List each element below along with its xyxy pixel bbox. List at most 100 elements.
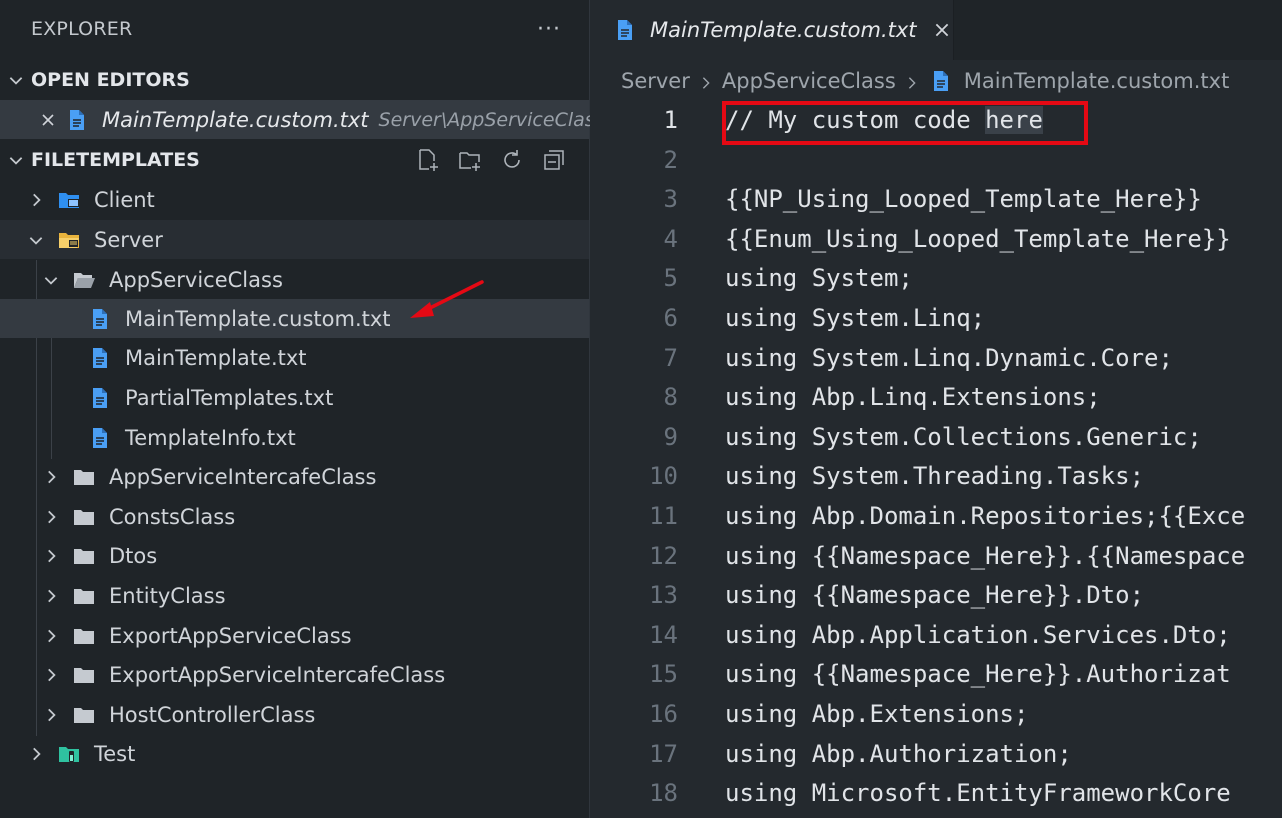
code-line[interactable]: 3 {{NP_Using_Looped_Template_Here}} — [590, 179, 1282, 219]
chevron-down-icon — [4, 148, 28, 172]
file-icon — [87, 385, 113, 411]
more-actions-button[interactable]: ··· — [537, 17, 561, 42]
code-line[interactable]: 6 using System.Linq; — [590, 298, 1282, 338]
editor-pane: MainTemplate.custom.txt Server AppServic… — [590, 0, 1282, 818]
code-line[interactable]: 11 using Abp.Domain.Repositories;{{Exce — [590, 496, 1282, 536]
line-text: using {{Namespace_Here}}.Dto; — [725, 581, 1145, 609]
chevron-right-icon — [24, 188, 48, 212]
client-folder-icon — [56, 187, 82, 213]
code-line[interactable]: 9 using System.Collections.Generic; — [590, 417, 1282, 457]
tab-title: MainTemplate.custom.txt — [650, 18, 917, 42]
tree-item-test[interactable]: Test — [0, 734, 589, 773]
breadcrumb-item[interactable]: AppServiceClass — [722, 69, 896, 93]
line-text: using System.Collections.Generic; — [725, 423, 1202, 451]
tree-item-label: EntityClass — [109, 583, 226, 608]
tree-item-exportappserviceclass[interactable]: ExportAppServiceClass — [0, 616, 589, 655]
breadcrumb-item[interactable]: Server — [621, 69, 690, 93]
code-line[interactable]: 14 using Abp.Application.Services.Dto; — [590, 615, 1282, 655]
code-line[interactable]: 7 using System.Linq.Dynamic.Core; — [590, 338, 1282, 378]
filetemplates-label: FILETEMPLATES — [31, 148, 200, 171]
code-line[interactable]: 16 using Abp.Extensions; — [590, 694, 1282, 734]
tree-item-server[interactable]: Server — [0, 220, 589, 259]
tree-item-hostcontrollerclass[interactable]: HostControllerClass — [0, 695, 589, 734]
close-icon[interactable] — [931, 19, 953, 41]
code-line[interactable]: 5 using System; — [590, 258, 1282, 298]
folder-icon — [71, 662, 97, 688]
explorer-header: EXPLORER ··· — [0, 0, 589, 58]
code-line[interactable]: 12 using {{Namespace_Here}}.{{Namespace — [590, 536, 1282, 576]
tab-bar: MainTemplate.custom.txt — [590, 0, 1282, 60]
tree-item-label: Server — [94, 227, 163, 252]
section-actions — [415, 147, 589, 173]
line-text: using Abp.Application.Services.Dto; — [725, 621, 1231, 649]
new-file-icon[interactable] — [415, 147, 441, 173]
new-folder-icon[interactable] — [457, 147, 483, 173]
line-number: 2 — [663, 146, 678, 174]
tree-item-label: AppServiceIntercafeClass — [109, 464, 377, 489]
tree-item-label: ExportAppServiceIntercafeClass — [109, 662, 446, 687]
breadcrumb-item: MainTemplate.custom.txt — [963, 69, 1230, 93]
collapse-all-icon[interactable] — [541, 147, 567, 173]
line-number: 18 — [649, 779, 678, 807]
line-text: using Microsoft.EntityFrameworkCore — [725, 779, 1231, 807]
folder-icon — [71, 543, 97, 569]
folder-icon — [71, 623, 97, 649]
tree-item-partialtemplates[interactable]: PartialTemplates.txt — [0, 378, 589, 417]
line-number: 3 — [663, 185, 678, 213]
line-number: 16 — [649, 700, 678, 728]
close-icon[interactable] — [40, 108, 56, 132]
chevron-right-icon — [39, 663, 63, 687]
tree-item-templateinfo[interactable]: TemplateInfo.txt — [0, 418, 589, 457]
line-text: using {{Namespace_Here}}.Authorizat — [725, 660, 1231, 688]
code-line[interactable]: 17 using Abp.Authorization; — [590, 734, 1282, 774]
chevron-right-icon — [39, 544, 63, 568]
tree-item-appserviceclass[interactable]: AppServiceClass — [0, 260, 589, 299]
explorer-sidebar: EXPLORER ··· OPEN EDITORS MainTemplate.c… — [0, 0, 605, 818]
refresh-icon[interactable] — [499, 147, 525, 173]
line-number: 9 — [663, 423, 678, 451]
comment-text: // My custom code — [725, 106, 986, 134]
open-editors-section[interactable]: OPEN EDITORS — [0, 60, 589, 99]
code-line[interactable]: 8 using Abp.Linq.Extensions; — [590, 377, 1282, 417]
tree-item-entityclass[interactable]: EntityClass — [0, 576, 589, 615]
tree-item-constsclass[interactable]: ConstsClass — [0, 497, 589, 536]
tree-item-label: TemplateInfo.txt — [125, 425, 296, 450]
code-line[interactable]: 1 // My custom code here — [590, 100, 1282, 140]
open-editor-item[interactable]: MainTemplate.custom.txt Server\AppServic… — [0, 100, 605, 139]
code-line[interactable]: 4 {{Enum_Using_Looped_Template_Here}} — [590, 219, 1282, 259]
line-number: 15 — [649, 660, 678, 688]
code-line[interactable]: 18 using Microsoft.EntityFrameworkCore — [590, 773, 1282, 813]
line-number: 13 — [649, 581, 678, 609]
folder-icon — [71, 504, 97, 530]
file-icon — [87, 425, 113, 451]
tree-item-maintemplate-custom[interactable]: MainTemplate.custom.txt — [0, 299, 589, 338]
chevron-right-icon — [24, 742, 48, 766]
folder-icon — [71, 583, 97, 609]
tab-maintemplate-custom[interactable]: MainTemplate.custom.txt — [590, 0, 954, 60]
tree-item-exportappserviceintercafeclass[interactable]: ExportAppServiceIntercafeClass — [0, 655, 589, 694]
folder-open-icon — [71, 267, 97, 293]
code-line[interactable]: 10 using System.Threading.Tasks; — [590, 456, 1282, 496]
line-number: 5 — [663, 264, 678, 292]
chevron-down-icon — [24, 228, 48, 252]
line-text: {{Enum_Using_Looped_Template_Here}} — [725, 225, 1231, 253]
breadcrumb-file[interactable]: MainTemplate.custom.txt — [928, 68, 1230, 94]
tree-item-label: Test — [94, 741, 136, 766]
tree-item-dtos[interactable]: Dtos — [0, 536, 589, 575]
code-line[interactable]: 15 using {{Namespace_Here}}.Authorizat — [590, 654, 1282, 694]
line-text: using Abp.Authorization; — [725, 740, 1072, 768]
code-line[interactable]: 13 using {{Namespace_Here}}.Dto; — [590, 575, 1282, 615]
code-line[interactable]: 2 — [590, 140, 1282, 180]
line-text: using Abp.Domain.Repositories;{{Exce — [725, 502, 1246, 530]
line-text: using {{Namespace_Here}}.{{Namespace — [725, 542, 1246, 570]
chevron-down-icon — [4, 68, 28, 92]
tree-item-label: HostControllerClass — [109, 702, 316, 727]
filetemplates-section[interactable]: FILETEMPLATES — [0, 140, 589, 179]
file-icon — [64, 107, 90, 133]
line-text: // My custom code here — [725, 106, 1043, 134]
tree-item-client[interactable]: Client — [0, 180, 589, 219]
tree-item-appserviceintercafeclass[interactable]: AppServiceIntercafeClass — [0, 457, 589, 496]
tree-item-maintemplate[interactable]: MainTemplate.txt — [0, 338, 589, 377]
folder-icon — [71, 464, 97, 490]
file-icon — [87, 306, 113, 332]
